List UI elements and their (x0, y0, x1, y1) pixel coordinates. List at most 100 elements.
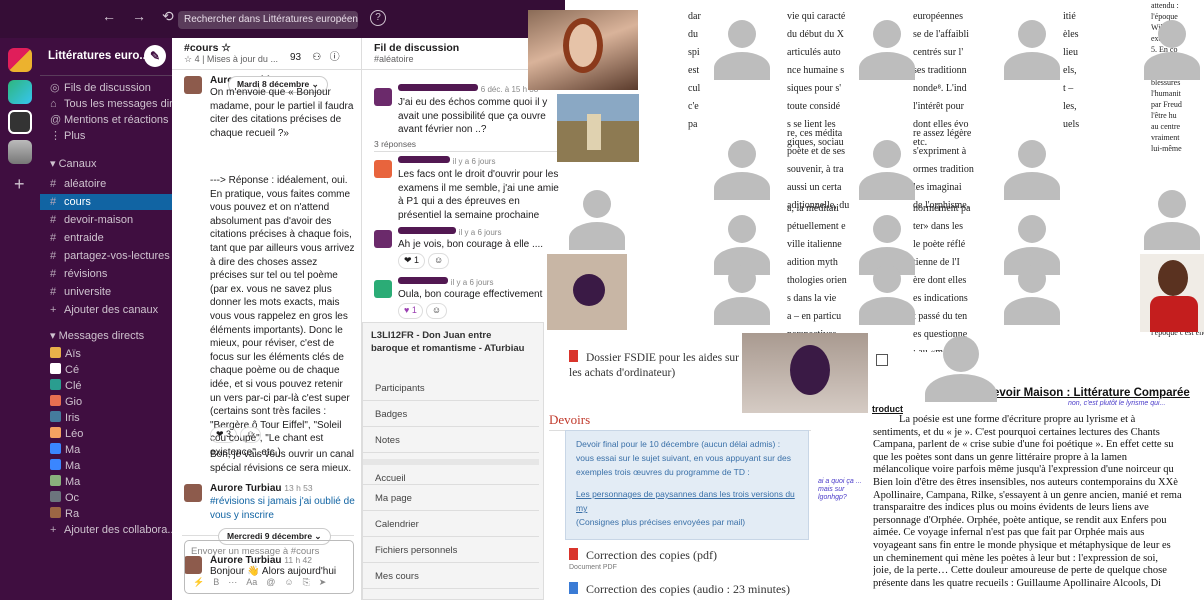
lms-menu-item[interactable]: Fichiers personnels (363, 537, 539, 563)
participant-placeholder[interactable] (1000, 10, 1064, 80)
lms-menu-item[interactable]: Badges (363, 401, 539, 427)
participant-placeholder[interactable] (855, 10, 919, 80)
compose-icon[interactable]: ✎ (144, 45, 166, 67)
doc-line: nonde⁸. L'ind (913, 83, 967, 94)
workspace-icon-3[interactable] (8, 110, 32, 134)
participant-placeholder[interactable] (565, 180, 629, 250)
add-channels-button[interactable]: + Ajouter des canaux (40, 302, 172, 318)
participant-placeholder[interactable] (855, 255, 919, 325)
reaction-heart[interactable]: ❤ 3 (210, 427, 238, 443)
back-arrow-icon[interactable]: ← (102, 8, 116, 25)
lms-menu-item[interactable]: Ma page (363, 485, 539, 511)
workspace-icon-2[interactable] (8, 80, 32, 104)
composer-tool-icon[interactable]: @ (266, 577, 275, 588)
reaction-heart[interactable]: ❤ 1 (398, 253, 426, 269)
sidebar-item-channel[interactable]: # cours (40, 194, 172, 210)
essay-line: Apollinaire, Campana, Rilke, s'essayent … (873, 489, 1182, 501)
composer-tool-icon[interactable]: B (213, 577, 219, 588)
sidebar-item-channel[interactable]: # partagez-vos-lectures (40, 248, 172, 264)
participant-placeholder[interactable] (1140, 10, 1204, 80)
avatar[interactable] (374, 88, 392, 106)
sidebar-item[interactable]: ⌂Tous les messages dire... (40, 96, 172, 112)
composer-tool-icon[interactable]: ⚡ (193, 577, 204, 588)
history-icon[interactable]: ⟲ (162, 8, 174, 25)
composer-tool-icon[interactable]: Aa (246, 577, 257, 588)
message-composer[interactable]: Envoyer un message à #cours ⚡ B ⋯ Aa @ ☺ ⎘ ➤ (184, 540, 354, 594)
sidebar-item-dm[interactable]: Cé (40, 362, 172, 378)
composer-tool-icon[interactable]: ☺ (284, 577, 293, 588)
participant-placeholder[interactable] (710, 255, 774, 325)
devoir-link[interactable]: Les personnages de paysannes dans les tr… (576, 487, 798, 515)
add-collaborators-button[interactable]: + Ajouter des collabora... (40, 522, 172, 538)
avatar[interactable] (374, 280, 392, 298)
sidebar-item-dm[interactable]: Ma (40, 458, 172, 474)
add-reaction-icon[interactable]: ☺ (425, 303, 448, 319)
sidebar-item-channel[interactable]: # aléatoire (40, 176, 172, 192)
sidebar-item-dm[interactable]: Ra (40, 506, 172, 522)
lms-menu-item[interactable]: Participants (363, 375, 539, 401)
thread-channel[interactable]: #aléatoire (374, 54, 553, 64)
direct-messages-header[interactable]: ▾ Messages directs (40, 328, 172, 344)
participant-placeholder[interactable] (915, 322, 1007, 402)
workspace-icon-1[interactable] (8, 48, 32, 72)
avatar-body (925, 374, 997, 402)
sidebar-item-dm[interactable]: Ma (40, 474, 172, 490)
sidebar-item-dm[interactable]: Iris (40, 410, 172, 426)
sidebar-item[interactable]: ◎ Fils de discussion (40, 80, 172, 96)
composer-tool-icon[interactable]: ⋯ (228, 577, 237, 588)
composer-tool-icon[interactable]: ➤ (319, 577, 327, 588)
sidebar-item-channel[interactable]: # devoir-maison (40, 212, 172, 228)
participant-placeholder[interactable] (1000, 255, 1064, 325)
lms-course-menu: L3LI12FR - Don Juan entre baroque et rom… (362, 322, 544, 600)
workspace-icon-4[interactable] (8, 140, 32, 164)
workspace-name[interactable]: Littératures euro... ⌄ ✎ (40, 38, 172, 76)
sidebar-item-dm[interactable]: Ma (40, 442, 172, 458)
avatar[interactable] (184, 484, 202, 502)
composer-tool-icon[interactable]: ⎘ (303, 577, 310, 588)
participant-placeholder[interactable] (855, 130, 919, 200)
sidebar-item-channel[interactable]: # révisions (40, 266, 172, 282)
avatar[interactable] (184, 76, 202, 94)
lms-menu-item[interactable]: Accueil (363, 459, 539, 485)
participant-video[interactable] (742, 333, 868, 413)
sidebar-item-dm[interactable]: Aïs (40, 346, 172, 362)
dossier-link[interactable]: Dossier FSDIE pour les aides sur les ach… (569, 350, 744, 381)
correction-audio-link[interactable]: Correction des copies (audio : 23 minute… (569, 582, 790, 597)
participant-video[interactable] (1140, 254, 1204, 332)
participant-placeholder[interactable] (1140, 180, 1204, 250)
participant-placeholder[interactable] (1000, 130, 1064, 200)
add-reaction-icon[interactable]: ☺ (240, 427, 262, 443)
message-author[interactable]: Aurore Turbiau 13 h 53 (210, 482, 355, 496)
sidebar-item-channel[interactable]: # entraide (40, 230, 172, 246)
member-count[interactable]: 93 ⚇ ⓘ (290, 48, 340, 63)
sidebar-item-dm[interactable]: Léo (40, 426, 172, 442)
sidebar-item-dm[interactable]: Oc (40, 490, 172, 506)
help-icon[interactable]: ? (370, 10, 386, 26)
forward-arrow-icon[interactable]: → (132, 8, 146, 25)
add-workspace-icon[interactable]: + (14, 174, 25, 195)
sidebar-item-dm[interactable]: Gio (40, 394, 172, 410)
correction-pdf-link[interactable]: Correction des copies (pdf) (569, 548, 717, 563)
participant-video[interactable] (547, 254, 627, 330)
course-title[interactable]: L3LI12FR - Don Juan entre baroque et rom… (371, 329, 531, 355)
avatar[interactable] (374, 160, 392, 178)
search-input[interactable]: Rechercher dans Littératures européennes… (178, 11, 358, 29)
participant-placeholder[interactable] (710, 130, 774, 200)
lms-menu-item[interactable]: Notes (363, 427, 539, 453)
add-member-icon[interactable]: ⚇ (312, 52, 321, 63)
sidebar-item[interactable]: ⋮ Plus (40, 128, 172, 144)
channels-header[interactable]: ▾ Canaux (40, 156, 172, 172)
lms-menu-item[interactable]: Mes cours (363, 563, 539, 589)
add-reaction-icon[interactable]: ☺ (428, 253, 450, 269)
sidebar-item[interactable]: @ Mentions et réactions (40, 112, 172, 128)
participant-video[interactable] (557, 94, 639, 162)
info-icon[interactable]: ⓘ (330, 52, 340, 63)
participant-video[interactable] (528, 10, 638, 90)
sidebar-item-channel[interactable]: # universite (40, 284, 172, 300)
avatar-body (859, 297, 915, 325)
avatar[interactable] (374, 230, 392, 248)
reaction-heart[interactable]: ♥ 1 (398, 303, 423, 319)
sidebar-item-dm[interactable]: Clé (40, 378, 172, 394)
participant-placeholder[interactable] (710, 10, 774, 80)
lms-menu-item[interactable]: Calendrier (363, 511, 539, 537)
